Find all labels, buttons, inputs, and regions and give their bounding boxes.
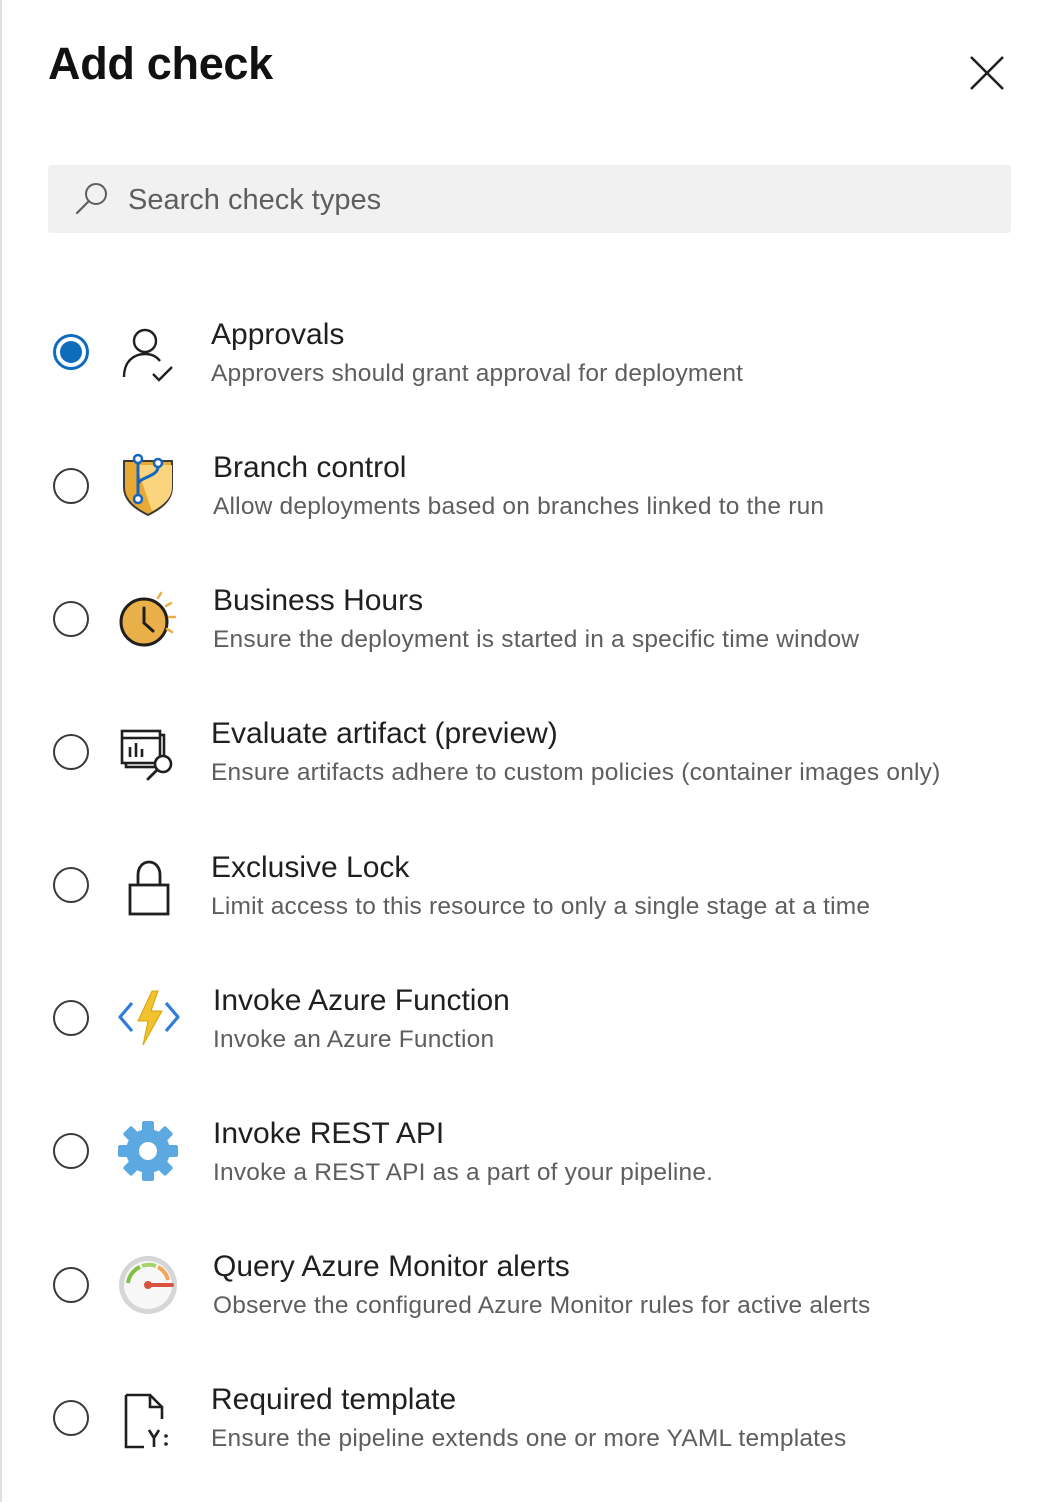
monitor-gauge-icon [119,1256,177,1314]
gear-icon [118,1121,178,1181]
lock-icon [128,860,170,916]
check-description: Approvers should grant approval for depl… [211,360,744,387]
check-item-evaluate-artifact[interactable]: Evaluate artifact (preview) Ensure artif… [2,699,1042,809]
panel-title: Add check [48,38,273,89]
search-box[interactable] [48,165,1011,235]
check-name: Query Azure Monitor alerts [213,1250,570,1283]
check-description: Ensure the pipeline extends one or more … [211,1425,847,1452]
check-name: Approvals [211,318,345,351]
check-item-branch-control[interactable]: Branch control Allow deployments based o… [2,433,1042,543]
artifact-search-icon [120,729,173,781]
radio-approvals[interactable] [53,334,89,370]
check-item-exclusive-lock[interactable]: Exclusive Lock Limit access to this reso… [2,833,1042,943]
search-icon [75,183,107,215]
approvals-person-check-icon [122,328,173,382]
check-description: Invoke a REST API as a part of your pipe… [213,1159,714,1186]
radio-invoke-azure-function[interactable] [53,1000,89,1036]
check-item-invoke-rest-api[interactable]: Invoke REST API Invoke a REST API as a p… [2,1099,1042,1209]
check-name: Business Hours [213,584,424,617]
check-description: Limit access to this resource to only a … [211,893,871,920]
check-name: Exclusive Lock [211,851,410,884]
check-item-invoke-azure-function[interactable]: Invoke Azure Function Invoke an Azure Fu… [2,966,1042,1076]
radio-invoke-rest-api[interactable] [53,1133,89,1169]
radio-branch-control[interactable] [53,468,89,504]
add-check-panel: Add check Approvals Approvers should gra… [0,0,1056,1502]
check-description: Invoke an Azure Function [213,1026,495,1053]
check-item-approvals[interactable]: Approvals Approvers should grant approva… [2,300,1042,410]
check-item-business-hours[interactable]: Business Hours Ensure the deployment is … [2,566,1042,676]
radio-business-hours[interactable] [53,601,89,637]
check-description: Ensure the deployment is started in a sp… [213,626,860,653]
yaml-template-icon [124,1393,168,1449]
radio-required-template[interactable] [53,1400,89,1436]
check-name: Evaluate artifact (preview) [211,717,558,750]
check-description: Observe the configured Azure Monitor rul… [213,1292,871,1319]
check-name: Invoke REST API [213,1117,445,1150]
clock-sun-icon [119,591,177,647]
radio-query-azure-monitor-alerts[interactable] [53,1267,89,1303]
check-description: Ensure artifacts adhere to custom polici… [211,759,941,786]
azure-function-icon [118,990,180,1046]
check-name: Branch control [213,451,407,484]
search-input[interactable] [126,165,990,235]
check-name: Invoke Azure Function [213,984,510,1017]
radio-exclusive-lock[interactable] [53,867,89,903]
radio-evaluate-artifact[interactable] [53,734,89,770]
close-icon[interactable] [964,50,1010,96]
check-description: Allow deployments based on branches link… [213,493,825,520]
check-item-query-azure-monitor-alerts[interactable]: Query Azure Monitor alerts Observe the c… [2,1232,1042,1342]
check-name: Required template [211,1383,457,1416]
branch-shield-icon [123,453,173,517]
check-item-required-template[interactable]: Required template Ensure the pipeline ex… [2,1365,1042,1475]
